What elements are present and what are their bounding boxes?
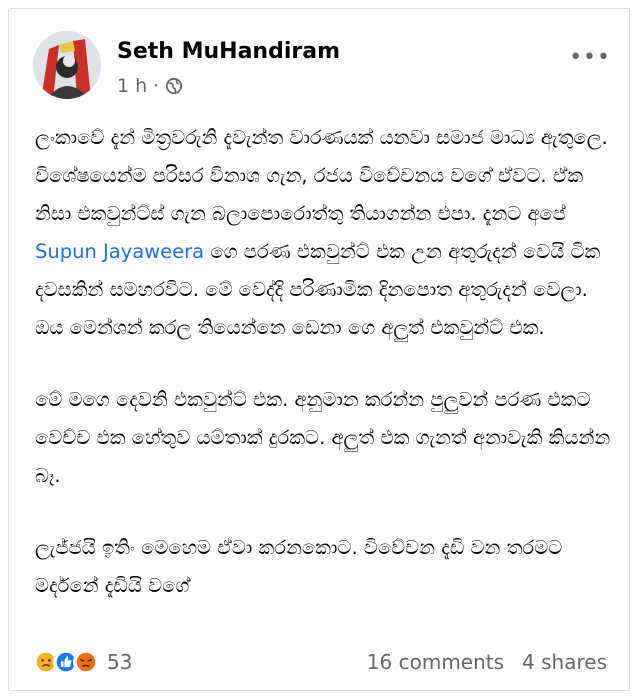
post-card: Seth MuHandiram 1 h · ••• ලංකාවේ දැන් මි… xyxy=(8,8,630,691)
post-meta: 1 h · xyxy=(117,75,183,97)
post-footer: 53 16 comments 4 shares xyxy=(33,645,607,679)
mention-link[interactable]: Supun Jayaweera xyxy=(35,240,204,263)
globe-icon[interactable] xyxy=(165,77,183,95)
paragraph-text: ලංකාවේ දැන් මිත්‍රවරුනි දැවැන්ත වාරණයක් … xyxy=(35,126,608,225)
more-options-icon[interactable]: ••• xyxy=(569,45,611,70)
reactions[interactable]: 53 xyxy=(33,649,132,675)
post-header: Seth MuHandiram 1 h · ••• xyxy=(33,31,611,111)
author-name[interactable]: Seth MuHandiram xyxy=(117,39,340,64)
post-time[interactable]: 1 h xyxy=(117,75,147,97)
angry-icon xyxy=(73,649,99,675)
shares-count[interactable]: 4 shares xyxy=(522,650,607,674)
post-body: ලංකාවේ දැන් මිත්‍රවරුනි දැවැන්ත වාරණයක් … xyxy=(35,119,615,639)
post-paragraph: ලැජ්ජයි ඉතිං මෙහෙම ඒවා කරනකොට. විවේචන දැ… xyxy=(35,536,563,597)
avatar[interactable] xyxy=(33,31,101,99)
meta-separator: · xyxy=(153,75,160,97)
post-paragraph: මේ මගෙ දෙවනි එකවුන්ට් එක. අනුමාන කරන්න ප… xyxy=(35,388,611,487)
post-paragraph: ලංකාවේ දැන් මිත්‍රවරුනි දැවැන්ත වාරණයක් … xyxy=(35,119,615,347)
reaction-count[interactable]: 53 xyxy=(107,650,132,674)
comments-count[interactable]: 16 comments xyxy=(367,650,504,674)
